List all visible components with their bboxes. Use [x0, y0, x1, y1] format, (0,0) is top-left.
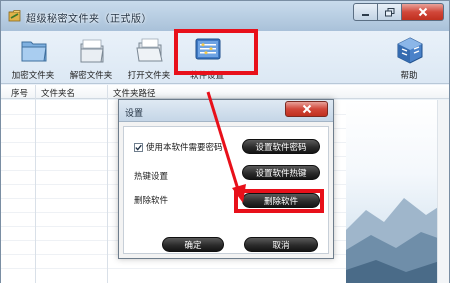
cancel-button[interactable]: 取消 — [244, 237, 318, 252]
close-icon — [418, 7, 427, 17]
checkmark-icon — [135, 144, 142, 151]
column-divider — [107, 85, 108, 283]
dialog-close-button[interactable] — [285, 101, 328, 117]
column-header-index[interactable]: 序号 — [11, 87, 28, 99]
ok-button[interactable]: 确定 — [162, 237, 224, 252]
unlock-folder-icon — [80, 39, 104, 63]
toolbar-label: 解密文件夹 — [69, 71, 113, 81]
close-button[interactable] — [402, 3, 444, 21]
window-title: 超级秘密文件夹（正式版） — [26, 14, 152, 25]
app-logo-icon — [8, 10, 21, 22]
mountain-backdrop — [346, 198, 449, 283]
require-password-option[interactable]: 使用本软件需要密码 — [134, 141, 223, 153]
close-icon — [302, 104, 311, 114]
require-password-label: 使用本软件需要密码 — [146, 143, 223, 153]
settings-dialog: 设置 使用本软件需要密码 热键设置 删除软件 设置软件密码 设置软件热键 删除软… — [118, 99, 334, 259]
highlight-box-settings — [174, 29, 258, 75]
uninstall-software-label: 删除软件 — [134, 196, 169, 206]
background-scene — [346, 100, 449, 283]
vertical-scrollbar[interactable] — [437, 100, 449, 283]
column-header-folder-name[interactable]: 文件夹名 — [41, 87, 75, 99]
toolbar-label: 打开文件夹 — [127, 71, 171, 81]
toolbar-label: 加密文件夹 — [11, 71, 55, 81]
toolbar-open-folder[interactable]: 打开文件夹 — [121, 33, 177, 83]
column-divider — [35, 85, 36, 283]
toolbar-help[interactable]: 帮助 — [381, 33, 437, 83]
restore-icon — [384, 7, 394, 16]
set-password-button[interactable]: 设置软件密码 — [242, 139, 320, 154]
set-hotkey-button[interactable]: 设置软件热键 — [242, 165, 320, 180]
title-bar: 超级秘密文件夹（正式版） — [1, 1, 449, 31]
column-header-folder-path[interactable]: 文件夹路径 — [113, 87, 156, 99]
require-password-checkbox[interactable] — [134, 142, 143, 152]
toolbar-encrypt-folder[interactable]: 加密文件夹 — [5, 33, 61, 83]
lock-folder-icon — [21, 41, 47, 62]
dialog-title: 设置 — [125, 109, 144, 119]
minimize-icon — [362, 13, 369, 16]
maximize-button[interactable] — [378, 3, 402, 21]
highlight-box-uninstall — [234, 189, 324, 213]
toolbar-label: 帮助 — [400, 71, 418, 81]
hotkey-settings-label: 热键设置 — [134, 172, 169, 182]
minimize-button[interactable] — [353, 3, 378, 21]
toolbar-decrypt-folder[interactable]: 解密文件夹 — [63, 33, 119, 83]
table-header: 序号 文件夹名 文件夹路径 — [1, 85, 449, 99]
dialog-title-bar: 设置 — [119, 100, 333, 122]
window-controls — [353, 3, 444, 21]
help-cube-icon — [397, 37, 423, 64]
open-folder-icon — [136, 38, 163, 62]
